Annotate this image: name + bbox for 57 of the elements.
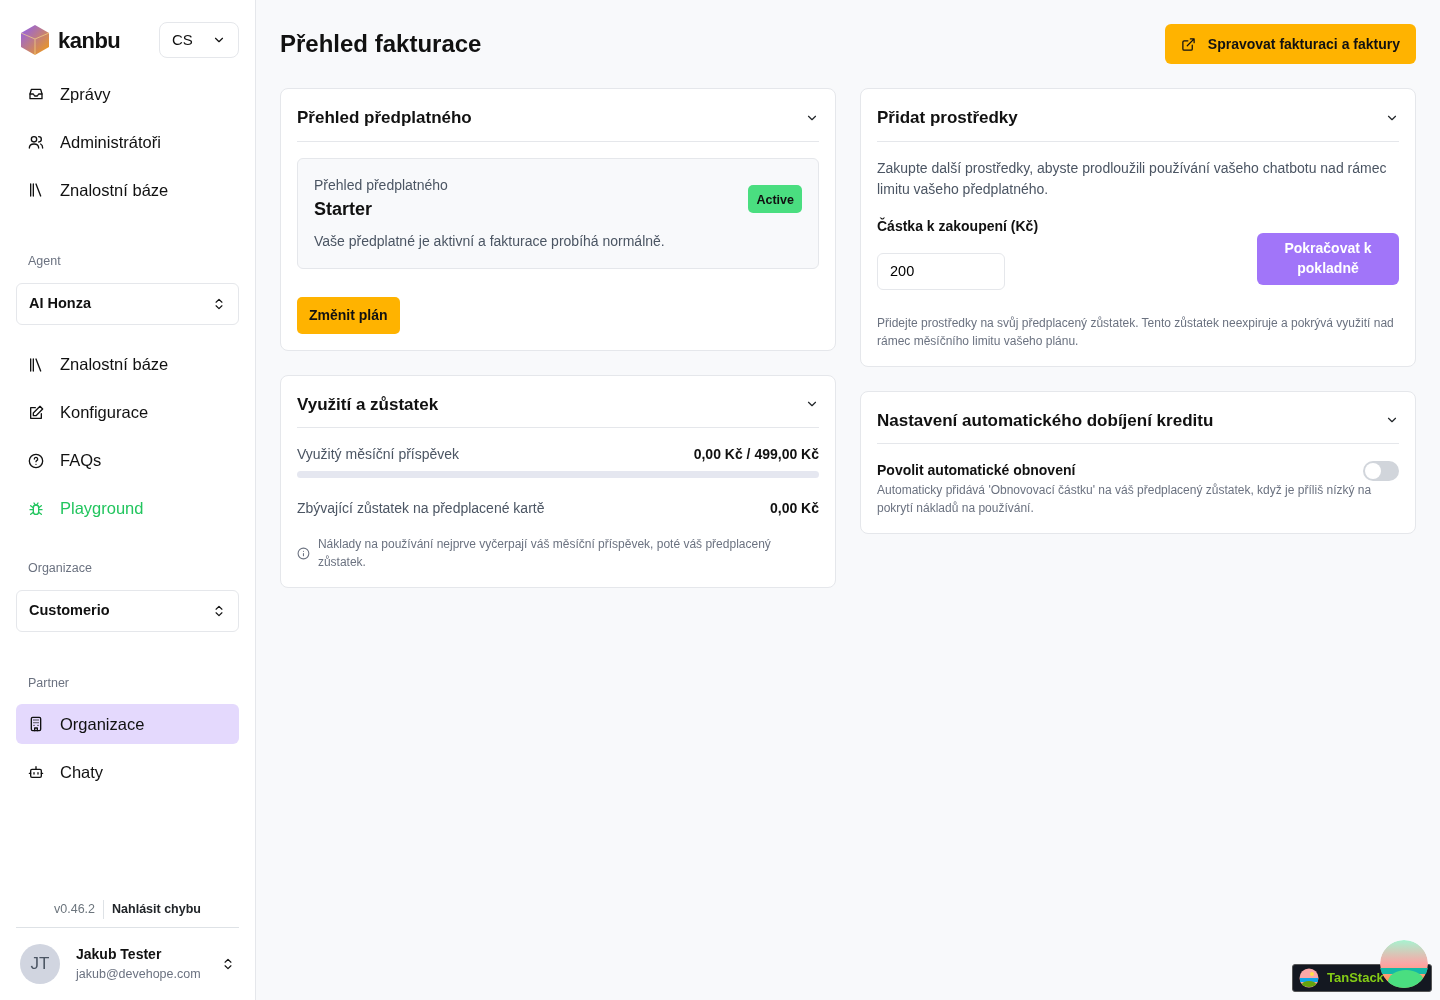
status-badge: Active: [748, 184, 802, 213]
funds-note: Přidejte prostředky na svůj předplacený zůstatek. Tento zůstatek neexpiruje a pokrývá využití nad rámec měsíčního limitu vašeho plánu.: [877, 314, 1395, 350]
nav-item[interactable]: Chaty: [16, 752, 239, 793]
nav-item[interactable]: Znalostní báze: [16, 170, 239, 210]
help-icon: [28, 452, 44, 469]
plan-message: Vaše předplatné je aktivní a fakturace probíhá normálně.: [314, 231, 665, 251]
toggle-switch[interactable]: [1363, 460, 1399, 481]
nav-item[interactable]: Znalostní báze: [16, 344, 239, 385]
balance-value: 0,00 Kč: [769, 499, 819, 518]
nav-item[interactable]: FAQs: [16, 440, 239, 481]
toggle-label: Povolit automatické obnovení: [877, 461, 1076, 480]
section-heading: Agent: [28, 253, 62, 270]
books-icon: [28, 356, 44, 373]
language-select[interactable]: CS: [159, 22, 239, 58]
user-name: Jakub Tester: [76, 945, 163, 965]
panel-title: Přehled předplatného: [297, 107, 472, 129]
books-icon: [28, 182, 44, 198]
robot-icon: [28, 764, 44, 781]
panel-title: Nastavení automatického dobíjení kreditu: [877, 409, 1214, 432]
select-field[interactable]: Customerio: [16, 589, 239, 632]
page-title: Přehled fakturace: [280, 29, 482, 59]
bug-icon: [28, 500, 44, 517]
usage-note: Náklady na používání nejprve vyčerpají váš měsíční příspěvek, poté váš předplacený zůstatek.: [317, 536, 772, 571]
island-logo-icon: [1299, 968, 1319, 988]
cube-logo-icon: [20, 24, 50, 56]
version-label: v0.46.2: [54, 900, 105, 919]
plan-name: Starter: [314, 197, 374, 221]
nav-item[interactable]: Zprávy: [16, 74, 239, 114]
panel-title: Přidat prostředky: [877, 107, 1018, 129]
section-heading: Organizace: [28, 559, 93, 577]
user-email: jakub@devehope.com: [76, 966, 202, 984]
brand-name: kanbu: [58, 26, 121, 55]
external-link-icon: [1180, 36, 1196, 52]
manage-billing-button[interactable]: Spravovat fakturaci a faktury: [1164, 24, 1416, 64]
funds-intro: Zakupte další prostředky, abyste prodloužili používání vašeho chatbotu nad rámec limitu vašeho předplatného.: [877, 158, 1388, 199]
usage-value: 0,00 Kč / 499,00 Kč: [693, 445, 819, 464]
plan-caption: Přehled předplatného: [314, 175, 449, 195]
building-icon: [28, 716, 44, 733]
balance-label: Zbývající zůstatek na předplacené kartě: [297, 499, 545, 518]
amount-field[interactable]: 200: [877, 252, 1005, 290]
nav-item[interactable]: Organizace: [16, 704, 239, 745]
info-icon: [297, 546, 310, 560]
inbox-icon: [28, 86, 44, 102]
report-bug-link[interactable]: Nahlásit chybu: [112, 900, 201, 919]
change-plan-button[interactable]: Změnit plán: [297, 296, 400, 334]
edit-icon: [28, 404, 44, 421]
select-field[interactable]: AI Honza: [16, 282, 239, 325]
nav-item[interactable]: Administrátoři: [16, 122, 239, 162]
toggle-description: Automaticky přidává 'Obnovovací částku' na váš předplacený zůstatek, když je příliš nízký na pokrytí nákladů na používání.: [877, 482, 1373, 517]
amount-label: Částka k zakoupení (Kč): [877, 216, 1040, 236]
devtools-label: TanStack: [1327, 969, 1384, 988]
nav-item[interactable]: Konfigurace: [16, 392, 239, 433]
usage-label: Využitý měsíční příspěvek: [297, 445, 460, 464]
panel-title: Využití a zůstatek: [297, 393, 439, 416]
users-icon: [28, 134, 44, 150]
section-heading: Partner: [28, 674, 70, 692]
user-avatar: JT: [20, 944, 60, 984]
